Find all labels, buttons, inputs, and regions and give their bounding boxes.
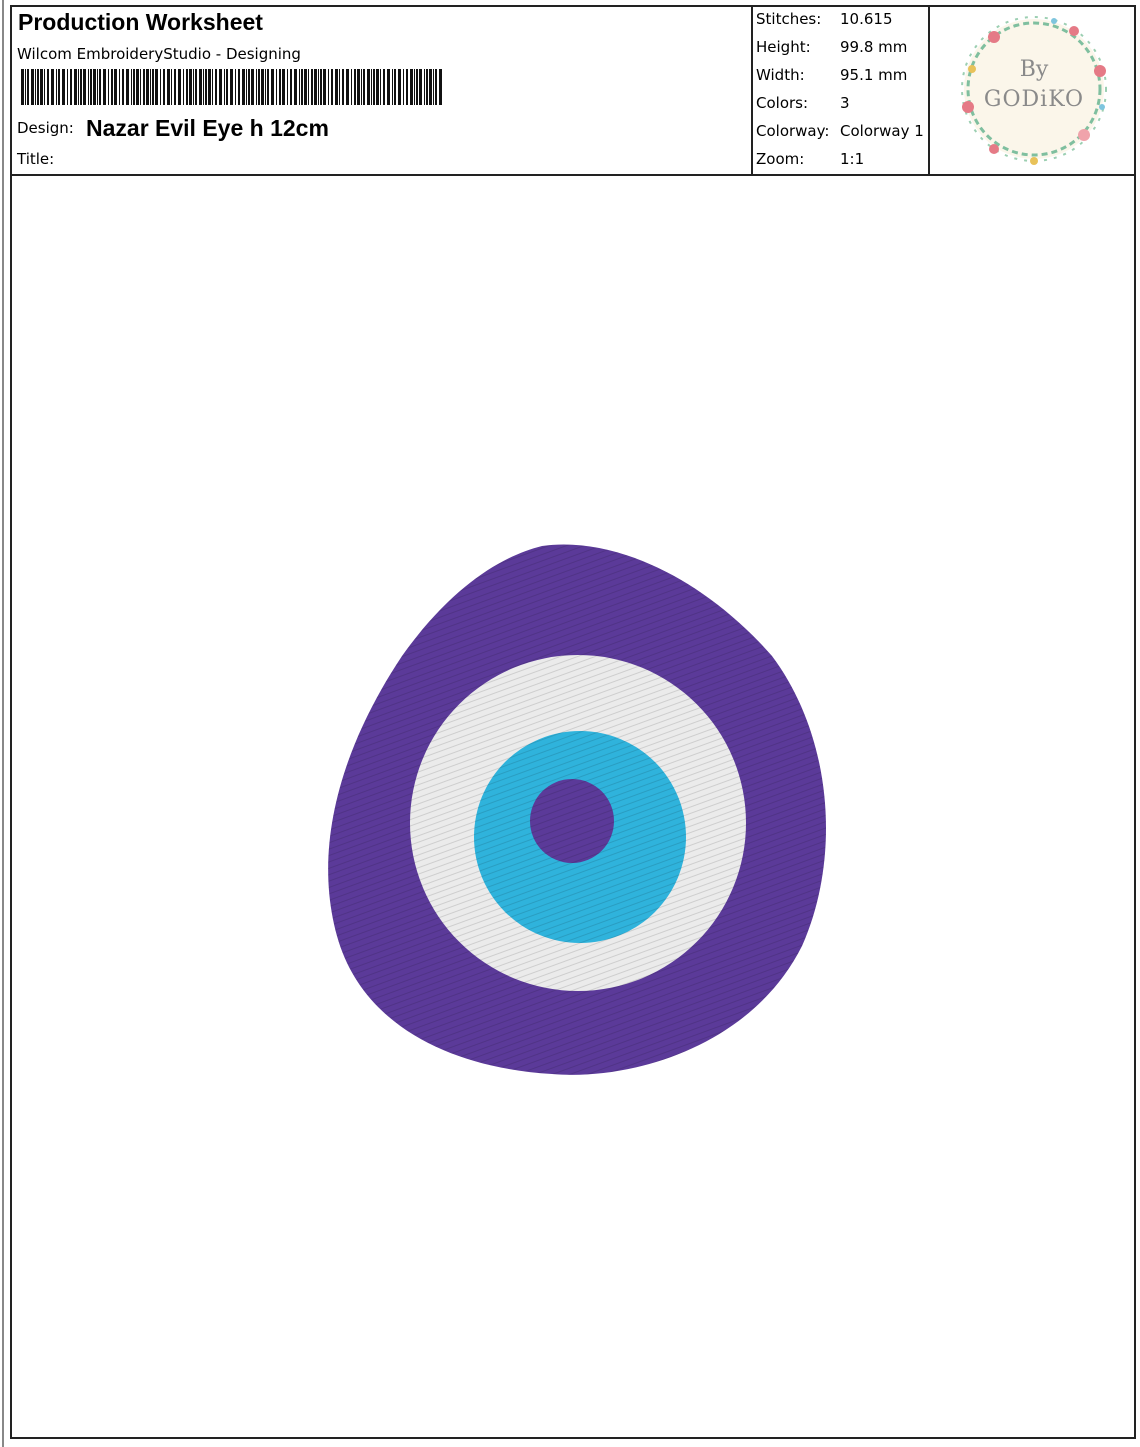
info-row-colorway: Colorway: Colorway 1 [756, 122, 924, 140]
design-label: Design: [17, 119, 74, 137]
software-name: Wilcom EmbroideryStudio - Designing [17, 45, 301, 63]
info-key: Colors: [756, 94, 809, 112]
info-row-stitches: Stitches: 10.615 [756, 10, 893, 28]
info-value: 3 [840, 94, 850, 112]
design-name: Nazar Evil Eye h 12cm [86, 115, 329, 141]
worksheet-header: Production Worksheet Wilcom EmbroiderySt… [12, 7, 1134, 176]
info-row-width: Width: 95.1 mm [756, 66, 907, 84]
logo-text-by: By [1019, 57, 1049, 82]
page-edge-line [2, 0, 4, 1447]
worksheet-sheet: Production Worksheet Wilcom EmbroiderySt… [10, 5, 1136, 1439]
worksheet-title: Production Worksheet [18, 9, 263, 35]
logo-text-brand: GODiKO [983, 87, 1085, 112]
info-key: Colorway: [756, 122, 830, 140]
info-value: Colorway 1 [840, 122, 924, 140]
info-key: Zoom: [756, 150, 805, 168]
design-preview-area [12, 176, 1134, 1437]
info-value: 10.615 [840, 10, 893, 28]
info-key: Stitches: [756, 10, 822, 28]
brand-logo-block: By GODiKO [928, 7, 1136, 174]
info-row-colors: Colors: 3 [756, 94, 850, 112]
info-row-zoom: Zoom: 1:1 [756, 150, 864, 168]
info-value: 99.8 mm [840, 38, 908, 56]
evil-eye-design [328, 544, 826, 1075]
stitch-info-block: Stitches: 10.615 Height: 99.8 mm Width: 95.… [751, 7, 928, 174]
barcode-image [21, 69, 442, 105]
info-value: 1:1 [840, 150, 865, 168]
design-info-block: Production Worksheet Wilcom EmbroiderySt… [12, 7, 751, 174]
info-key: Width: [756, 66, 805, 84]
info-value: 95.1 mm [840, 66, 908, 84]
title-label: Title: [17, 150, 55, 168]
info-row-height: Height: 99.8 mm [756, 38, 907, 56]
info-key: Height: [756, 38, 811, 56]
